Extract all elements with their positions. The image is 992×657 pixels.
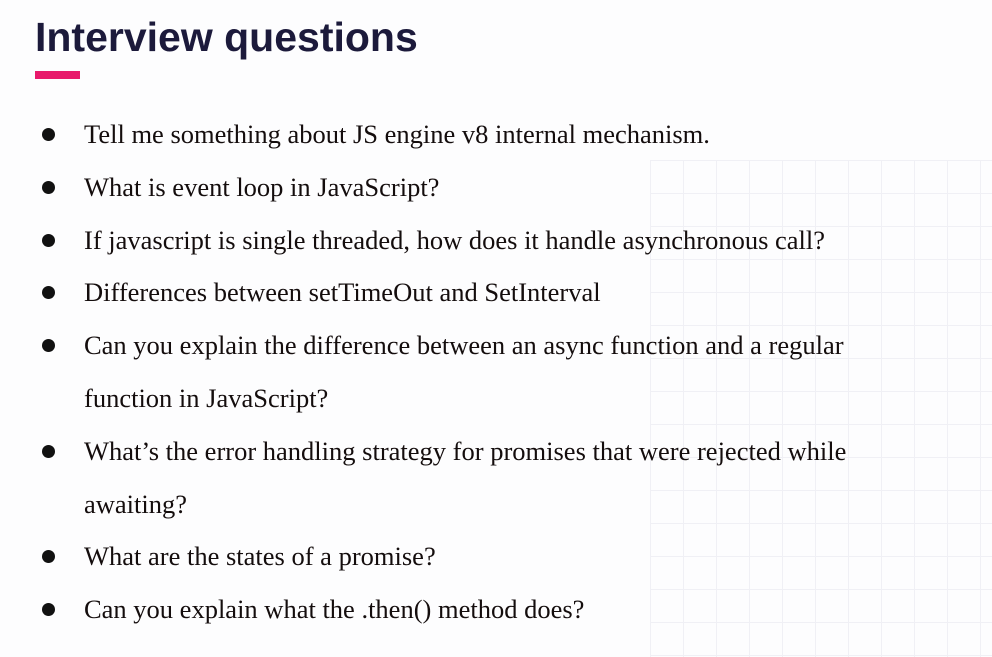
question-text: Can you explain the difference between a… bbox=[84, 330, 844, 413]
title-accent-bar bbox=[35, 71, 80, 79]
question-text: Can you explain what the .then() method … bbox=[84, 594, 585, 625]
question-text: Tell me something about JS engine v8 int… bbox=[84, 119, 710, 149]
slide-title: Interview questions bbox=[35, 14, 418, 60]
bullet-icon bbox=[42, 180, 55, 194]
list-item: Tell me something about JS engine v8 int… bbox=[0, 108, 960, 161]
question-text: What are the states of a promise? bbox=[84, 541, 436, 572]
list-item: Differences between setTimeOut and SetIn… bbox=[0, 266, 960, 319]
question-text: What’s the error handling strategy for p… bbox=[84, 435, 847, 519]
question-text: Differences between setTimeOut and SetIn… bbox=[84, 277, 601, 308]
list-item: What is event loop in JavaScript? bbox=[0, 161, 960, 214]
question-text: What is event loop in JavaScript? bbox=[84, 171, 440, 202]
question-list: Tell me something about JS engine v8 int… bbox=[0, 108, 960, 636]
list-item: What are the states of a promise? bbox=[0, 530, 960, 583]
bullet-icon bbox=[42, 444, 55, 458]
list-item: Can you explain the difference between a… bbox=[0, 319, 960, 425]
bullet-icon bbox=[42, 550, 55, 564]
list-item: What’s the error handling strategy for p… bbox=[0, 425, 960, 531]
bullet-icon bbox=[42, 603, 55, 617]
bullet-icon bbox=[42, 286, 55, 300]
list-item: Can you explain what the .then() method … bbox=[0, 583, 960, 636]
bullet-icon bbox=[42, 233, 55, 247]
bullet-icon bbox=[42, 128, 55, 141]
question-text: If javascript is single threaded, how do… bbox=[84, 224, 826, 255]
bullet-icon bbox=[42, 339, 55, 353]
list-item: If javascript is single threaded, how do… bbox=[0, 214, 960, 267]
